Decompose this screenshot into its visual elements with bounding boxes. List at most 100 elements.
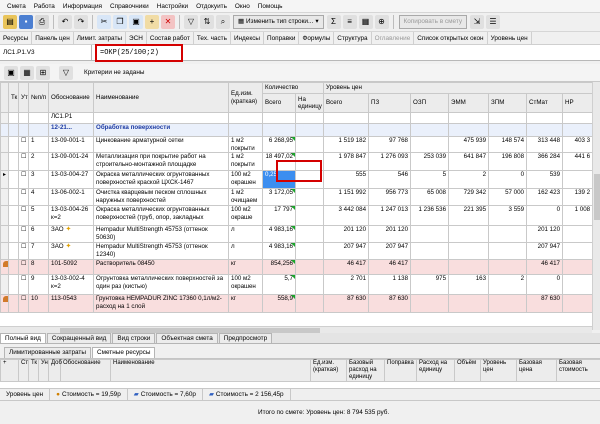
cell-qty[interactable]: 6 268,95 xyxy=(262,136,296,153)
export-icon[interactable]: ⇲ xyxy=(470,15,485,29)
cell-name[interactable] xyxy=(93,112,229,124)
cell-ut[interactable] xyxy=(18,123,29,137)
res-header-st[interactable]: Ст xyxy=(18,359,29,382)
table-row[interactable]: ЛС1.Р1 xyxy=(0,112,594,124)
header-pl-total[interactable]: Всего xyxy=(323,93,370,113)
cell-per-unit[interactable] xyxy=(294,123,325,137)
cell-name[interactable]: Металлизация при покрытие работ на строи… xyxy=(93,152,229,171)
tab-resources[interactable]: Ресурсы xyxy=(0,32,33,44)
tab-estimate-resources[interactable]: Сметные ресурсы xyxy=(91,346,156,358)
grid-icon[interactable]: ▦ xyxy=(358,15,373,29)
add-icon[interactable]: + xyxy=(3,360,7,366)
cell-nr[interactable] xyxy=(562,225,594,243)
cell-npp[interactable] xyxy=(28,123,49,137)
tab-contents[interactable]: Оглавление xyxy=(372,32,415,44)
filter-icon[interactable]: ▽ xyxy=(184,15,198,29)
cell-per-unit[interactable] xyxy=(294,225,325,243)
tab-price-level[interactable]: Уровень цен xyxy=(488,32,532,44)
cell-npp[interactable]: 10 xyxy=(28,294,49,313)
cell-pz[interactable]: 956 773 xyxy=(368,188,412,206)
delete-row-icon[interactable]: ✕ xyxy=(161,15,175,29)
cell-emm[interactable] xyxy=(448,123,490,137)
cell-unit[interactable]: л xyxy=(228,225,263,243)
menu-settings[interactable]: Настройки xyxy=(153,0,192,12)
cell-basis[interactable]: ЛС1.Р1 xyxy=(48,112,94,124)
cell-ut[interactable]: ☐ xyxy=(18,259,29,275)
res-header-tk[interactable]: Тк xyxy=(28,359,39,382)
cell-nr[interactable]: 139 2 xyxy=(562,188,594,206)
cell-emm[interactable]: 641 847 xyxy=(448,152,490,171)
scrollbar-thumb[interactable] xyxy=(594,174,600,220)
cell-basis[interactable]: 113-0543 xyxy=(48,294,94,313)
res-header-price-level[interactable]: Уровень цен xyxy=(480,359,517,382)
header-price-level[interactable]: Уровень цен xyxy=(323,82,594,94)
cell-emm[interactable]: 729 342 xyxy=(448,188,490,206)
cell-total[interactable]: 1 978 847 xyxy=(323,152,370,171)
status-price-level[interactable]: Уровень цен xyxy=(0,389,51,400)
cell-per-unit[interactable] xyxy=(294,274,325,295)
cell-pz[interactable]: 546 xyxy=(368,170,412,189)
cell-zpm[interactable]: 0 xyxy=(488,170,528,189)
cell-unit[interactable]: 100 м2 окрашен xyxy=(228,170,263,189)
cell-unit[interactable]: кг xyxy=(228,259,263,275)
tab-preview[interactable]: Предпросмотр xyxy=(218,333,273,343)
cell-per-unit[interactable] xyxy=(294,205,325,226)
cell-ozp[interactable]: 975 xyxy=(410,274,450,295)
cell-name[interactable]: Hempadur MultiStrength 45753 (оттенок 12… xyxy=(93,242,229,260)
cell-nr[interactable] xyxy=(562,123,594,137)
tab-indexes[interactable]: Индексы xyxy=(231,32,264,44)
cell-per-unit[interactable] xyxy=(294,188,325,206)
cell-npp[interactable]: 2 xyxy=(28,152,49,171)
cell-ut[interactable]: ☐ xyxy=(18,188,29,206)
cell-pz[interactable]: 201 120 xyxy=(368,225,412,243)
cell-name[interactable]: Растворитель 08450 xyxy=(93,259,229,275)
tab-row-view[interactable]: Вид строки xyxy=(112,333,156,343)
cell-tk[interactable] xyxy=(8,112,19,124)
cell-pz[interactable]: 87 630 xyxy=(368,294,412,313)
cell-stmat[interactable]: 46 417 xyxy=(526,259,564,275)
cell-tk[interactable] xyxy=(8,136,19,153)
cell-per-unit[interactable] xyxy=(294,259,325,275)
cell-npp[interactable]: 5 xyxy=(28,205,49,226)
cell-name[interactable]: Окраска металлических огрунтованных пове… xyxy=(93,170,229,189)
expand-icon[interactable]: ⊞ xyxy=(36,65,50,80)
cell-per-unit[interactable] xyxy=(294,294,325,313)
cell-zpm[interactable]: 196 808 xyxy=(488,152,528,171)
cell-emm[interactable] xyxy=(448,259,490,275)
section-row[interactable]: 12-21... Обработка поверхности xyxy=(0,123,594,137)
cell-ozp[interactable] xyxy=(410,225,450,243)
cell-basis[interactable]: 13-03-004-27 xyxy=(48,170,94,189)
collapse-icon[interactable]: ▣ xyxy=(4,65,18,80)
cell-basis[interactable]: 12-21... xyxy=(48,123,94,137)
res-header-base-rate[interactable]: Базовый расход на единицу xyxy=(346,359,385,382)
cell-qty[interactable]: 854,256 xyxy=(262,259,296,275)
cell-stmat[interactable]: 366 284 xyxy=(526,152,564,171)
tab-object-estimate[interactable]: Объектная смета xyxy=(156,333,218,343)
cell-ozp[interactable] xyxy=(410,294,450,313)
cell-total[interactable]: 46 417 xyxy=(323,259,370,275)
header-ozp[interactable]: ОЗП xyxy=(410,93,450,113)
cell-unit[interactable]: 100 м2 окрашен xyxy=(228,274,263,295)
cell-stmat[interactable] xyxy=(526,123,564,137)
tab-esn[interactable]: ЭСН xyxy=(126,32,147,44)
cell-zpm[interactable]: 148 574 xyxy=(488,136,528,153)
res-header-un[interactable]: Ун xyxy=(38,359,49,382)
menu-help[interactable]: Помощь xyxy=(254,0,287,12)
grid-view-icon[interactable]: ▦ xyxy=(20,65,34,80)
cell-qty[interactable]: 558,9 xyxy=(262,294,296,313)
cell-tk[interactable] xyxy=(8,123,19,137)
cell-total[interactable]: 87 630 xyxy=(323,294,370,313)
cell-ozp[interactable]: 65 008 xyxy=(410,188,450,206)
cell-ut[interactable]: ☐ xyxy=(18,274,29,295)
filter-icon[interactable]: ▽ xyxy=(59,65,73,80)
cell-zpm[interactable] xyxy=(488,294,528,313)
horizontal-scrollbar[interactable] xyxy=(0,326,592,333)
cell-ut[interactable]: ☐ xyxy=(18,136,29,153)
res-header-volume[interactable]: Объём xyxy=(454,359,481,382)
cell-unit[interactable] xyxy=(228,112,263,124)
cell-npp[interactable]: 1 xyxy=(28,136,49,153)
cell-ut[interactable]: ☐ xyxy=(18,242,29,260)
open-icon[interactable]: ▤ xyxy=(3,15,17,29)
cell-zpm[interactable] xyxy=(488,259,528,275)
tab-open-windows[interactable]: Список открытых окон xyxy=(414,32,488,44)
